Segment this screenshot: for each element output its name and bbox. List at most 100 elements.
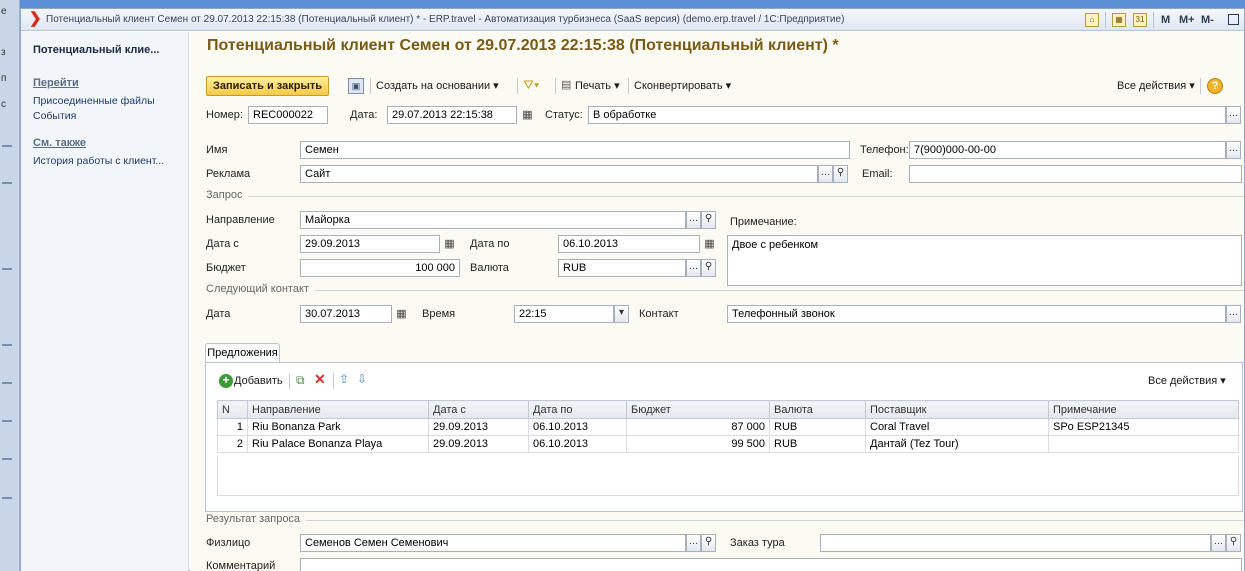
table-row[interactable]: 1 Riu Bonanza Park 29.09.2013 06.10.2013…: [217, 418, 1239, 436]
column-header[interactable]: N: [217, 400, 248, 419]
column-header[interactable]: Дата по: [528, 400, 627, 419]
search-icon[interactable]: ⚲: [701, 211, 716, 229]
memory-button[interactable]: M: [1161, 14, 1170, 26]
column-header[interactable]: Примечание: [1048, 400, 1239, 419]
direction-label: Направление: [206, 214, 275, 226]
cell-supplier: Дантай (Tez Tour): [865, 435, 1049, 453]
column-header[interactable]: Поставщик: [865, 400, 1049, 419]
select-button[interactable]: …: [1226, 141, 1241, 159]
budget-label: Бюджет: [206, 262, 246, 274]
cell-date-from: 29.09.2013: [428, 418, 529, 436]
search-icon[interactable]: ⚲: [833, 165, 848, 183]
tour-order-field[interactable]: [820, 534, 1211, 552]
add-row-button[interactable]: Добавить: [234, 371, 283, 391]
comment-field[interactable]: [300, 558, 1242, 571]
select-button[interactable]: …: [1226, 106, 1241, 124]
search-icon[interactable]: ⚲: [701, 534, 716, 552]
phone-label: Телефон:: [860, 144, 909, 156]
ad-field[interactable]: Сайт: [300, 165, 818, 183]
select-button[interactable]: …: [1226, 305, 1241, 323]
ad-label: Реклама: [206, 168, 251, 180]
result-group-label: Результат запроса: [206, 513, 301, 525]
column-header[interactable]: Направление: [247, 400, 429, 419]
delete-row-icon[interactable]: ✕: [314, 371, 326, 388]
email-field[interactable]: [909, 165, 1242, 183]
calendar-icon[interactable]: ▦: [702, 235, 717, 253]
cell-direction: Riu Bonanza Park: [247, 418, 429, 436]
direction-field[interactable]: Майорка: [300, 211, 686, 229]
cell-currency: RUB: [769, 435, 866, 453]
save-and-close-button[interactable]: Записать и закрыть: [206, 76, 330, 96]
move-down-icon[interactable]: ⇩: [357, 372, 367, 386]
note-label: Примечание:: [730, 216, 797, 228]
calendar-icon[interactable]: ▦: [520, 106, 535, 124]
time-label: Время: [422, 308, 456, 320]
contact-date-label: Дата: [206, 308, 231, 320]
phone-field[interactable]: 7(900)000-00-00: [909, 141, 1226, 159]
date-to-field[interactable]: 06.10.2013: [558, 235, 700, 253]
calendar-icon[interactable]: ▦: [442, 235, 457, 253]
select-button[interactable]: …: [686, 259, 701, 277]
strip-char: е: [1, 6, 7, 17]
contact-type-field[interactable]: Телефонный звонок: [727, 305, 1226, 323]
date-from-field[interactable]: 29.09.2013: [300, 235, 440, 253]
nav-link-client-history[interactable]: История работы с клиент...: [33, 155, 164, 167]
page-title: Потенциальный клиент Семен от 29.07.2013…: [207, 37, 839, 54]
move-up-icon[interactable]: ⇧: [339, 372, 349, 386]
select-button[interactable]: …: [818, 165, 833, 183]
name-field[interactable]: Семен: [300, 141, 850, 159]
offers-all-actions-menu[interactable]: Все действия ▾: [1148, 371, 1226, 391]
nav-link-attached-files[interactable]: Присоединенные файлы: [33, 95, 155, 107]
number-field[interactable]: REC000022: [248, 106, 328, 124]
note-field[interactable]: Двое с ребенком: [727, 235, 1242, 286]
contact-date-field[interactable]: 30.07.2013: [300, 305, 392, 323]
current-form-link[interactable]: Потенциальный клие...: [33, 44, 159, 56]
dropdown-arrow-icon[interactable]: ▾: [614, 305, 629, 323]
time-field[interactable]: 22:15: [514, 305, 614, 323]
filter-icon[interactable]: ⛛▾: [523, 77, 539, 93]
column-header[interactable]: Валюта: [769, 400, 866, 419]
strip-mark: [2, 145, 12, 147]
help-icon[interactable]: ?: [1207, 78, 1223, 94]
all-actions-menu[interactable]: Все действия ▾: [1117, 76, 1195, 96]
nav-link-events[interactable]: События: [33, 110, 76, 122]
budget-field[interactable]: 100 000: [300, 259, 460, 277]
column-header[interactable]: Бюджет: [626, 400, 770, 419]
separator: [289, 373, 290, 389]
cell-budget: 87 000: [626, 418, 770, 436]
tab-offers[interactable]: Предложения: [205, 343, 280, 363]
calendar-icon[interactable]: 31: [1133, 13, 1147, 27]
table-row[interactable]: 2 Riu Palace Bonanza Playa 29.09.2013 06…: [217, 435, 1239, 453]
search-icon[interactable]: ⚲: [701, 259, 716, 277]
memory-minus-button[interactable]: M-: [1201, 14, 1214, 26]
doc-date-field[interactable]: 29.07.2013 22:15:38: [387, 106, 517, 124]
select-button[interactable]: …: [1211, 534, 1226, 552]
search-icon[interactable]: ⚲: [1226, 534, 1241, 552]
status-field[interactable]: В обработке: [588, 106, 1226, 124]
table-empty-area[interactable]: [217, 456, 1239, 496]
strip-mark: [2, 344, 12, 346]
next-contact-group-label: Следующий контакт: [206, 283, 309, 295]
convert-menu[interactable]: Сконвертировать ▾: [634, 76, 731, 96]
copy-row-icon[interactable]: ⧉: [296, 373, 305, 388]
strip-char: з: [1, 47, 6, 58]
calendar-icon[interactable]: ▦: [394, 305, 409, 323]
create-based-on-menu[interactable]: Создать на основании ▾: [376, 76, 499, 96]
strip-mark: [2, 420, 12, 422]
navigation-panel: Потенциальный клие... Перейти Присоедине…: [21, 32, 189, 571]
currency-field[interactable]: RUB: [558, 259, 686, 277]
memory-plus-button[interactable]: M+: [1179, 14, 1195, 26]
home-icon[interactable]: ⌂: [1085, 13, 1099, 27]
person-field[interactable]: Семенов Семен Семенович: [300, 534, 686, 552]
calculator-icon[interactable]: ▦: [1112, 13, 1126, 27]
save-icon[interactable]: ▣: [348, 78, 364, 94]
print-menu[interactable]: Печать ▾: [575, 76, 620, 96]
select-button[interactable]: …: [686, 534, 701, 552]
select-button[interactable]: …: [686, 211, 701, 229]
cell-budget: 99 500: [626, 435, 770, 453]
group-divider: [248, 196, 1244, 197]
maximize-icon[interactable]: [1228, 14, 1239, 25]
separator: [370, 78, 371, 94]
cell-date-from: 29.09.2013: [428, 435, 529, 453]
column-header[interactable]: Дата с: [428, 400, 529, 419]
